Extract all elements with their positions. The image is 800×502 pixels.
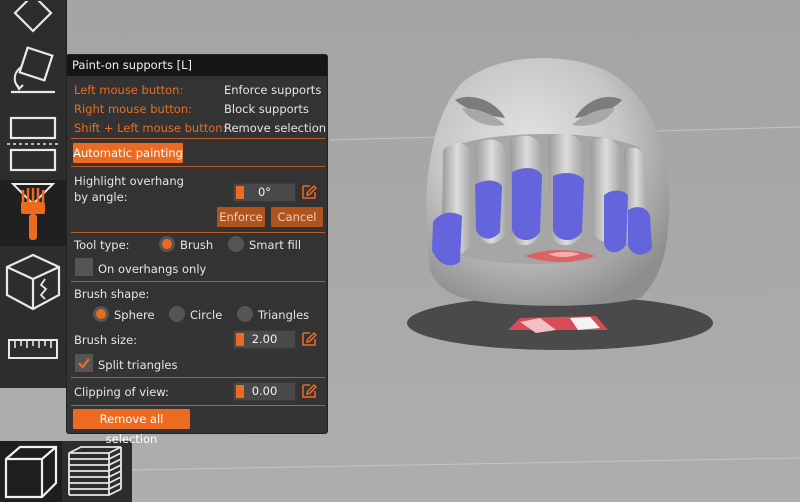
shortcut-action: Enforce supports [224,83,322,97]
on-overhangs-only-label: On overhangs only [98,262,207,276]
checkmark-icon [78,358,90,369]
shortcut-action: Remove selection [224,121,327,135]
paint-supports-icon[interactable] [0,180,66,246]
move-tool-icon[interactable] [0,0,66,42]
circle-option-label: Circle [190,308,223,322]
shortcut-key: Left mouse button: [74,83,184,97]
cancel-button[interactable]: Cancel [271,207,323,227]
remove-all-selection-button[interactable]: Remove all selection [73,409,190,446]
separator [71,377,325,378]
slider-handle[interactable] [236,385,244,398]
on-overhangs-only-checkbox[interactable] [75,258,93,276]
clipping-of-view-label: Clipping of view: [74,385,169,399]
enforce-button[interactable]: Enforce [217,207,265,227]
split-triangles-checkbox[interactable] [75,354,93,372]
seam-painting-icon[interactable] [0,250,66,314]
3d-view-icon[interactable] [0,441,62,502]
separator [71,138,325,139]
highlight-angle-value: 0° [257,185,272,199]
edit-icon[interactable] [301,184,317,200]
tool-type-label: Tool type: [74,238,130,252]
cut-icon[interactable] [0,108,66,178]
sphere-option-label: Sphere [114,308,155,322]
separator [71,232,325,233]
triangles-option-label: Triangles [258,308,310,322]
shortcut-key: Right mouse button: [74,102,192,116]
smart-fill-radio[interactable] [228,236,244,252]
paint-on-supports-panel: Paint-on supports [L] Left mouse button:… [66,54,328,446]
edit-icon[interactable] [301,383,317,399]
brush-option-label: Brush [180,238,214,252]
brush-size-slider[interactable]: 2.00 [233,330,296,349]
triangles-radio[interactable] [237,306,253,322]
brush-radio[interactable] [159,236,175,252]
separator [71,166,325,167]
split-triangles-label: Split triangles [98,358,178,372]
place-on-face-icon[interactable] [0,42,66,100]
measure-icon[interactable] [0,320,66,380]
3d-model [426,58,670,306]
circle-radio[interactable] [169,306,185,322]
brush-size-value: 2.00 [251,332,278,346]
panel-title: Paint-on supports [L] [67,55,327,76]
automatic-painting-button[interactable]: Automatic painting [73,143,183,163]
separator [71,405,325,406]
highlight-angle-slider[interactable]: 0° [233,183,296,202]
brush-size-label: Brush size: [74,333,138,347]
edit-icon[interactable] [301,331,317,347]
highlight-overhang-label: Highlight overhang by angle: [74,174,184,204]
layers-preview-icon[interactable] [64,441,126,502]
brush-shape-label: Brush shape: [74,287,150,301]
shortcut-key: Shift + Left mouse button: [74,121,227,135]
clipping-value: 0.00 [251,384,278,398]
slider-handle[interactable] [236,333,244,346]
clipping-slider[interactable]: 0.00 [233,382,296,401]
smart-fill-option-label: Smart fill [249,238,302,252]
shortcut-action: Block supports [224,102,309,116]
separator [71,281,325,282]
left-toolbar [0,0,67,388]
view-toolbar [0,441,132,502]
slider-handle[interactable] [236,186,244,199]
sphere-radio[interactable] [93,306,109,322]
